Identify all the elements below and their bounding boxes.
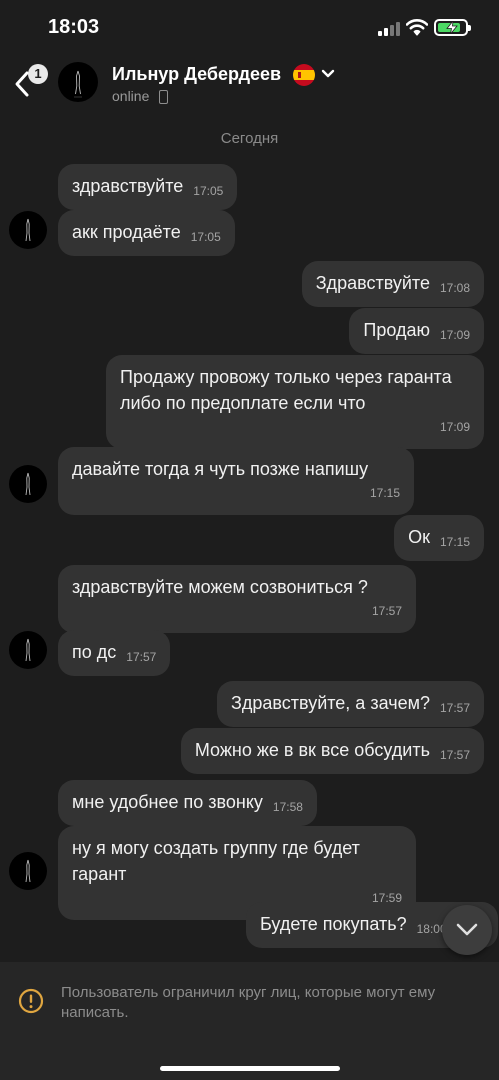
- message-time: 17:05: [190, 230, 221, 244]
- figure-icon: [25, 638, 31, 662]
- back-button[interactable]: 1: [8, 62, 48, 102]
- message-text: здравствуйте: [72, 176, 184, 196]
- message-time: 17:15: [439, 535, 470, 549]
- chat-header: 1 Ильнур Дебердеев online: [0, 56, 499, 112]
- messaging-restricted-notice: Пользователь ограничил круг лиц, которые…: [0, 962, 499, 1080]
- wifi-icon: [406, 19, 428, 36]
- contact-status: online: [112, 88, 150, 104]
- message-text: Здравствуйте, а зачем?: [231, 693, 430, 713]
- message-time: 17:57: [439, 701, 470, 715]
- incoming-message[interactable]: давайте тогда я чуть позже напишу 17:15: [58, 447, 414, 515]
- message-time: 17:09: [439, 328, 470, 342]
- message-text: Будете покупать?: [260, 914, 407, 934]
- message-text: Продажу провожу только через гаранта либ…: [120, 367, 452, 413]
- spain-flag-icon: [293, 64, 315, 86]
- incoming-message[interactable]: по дс 17:57: [58, 630, 171, 676]
- message-text: ну я могу создать группу где будет гаран…: [72, 838, 360, 884]
- message-text: здравствуйте можем созвониться ?: [72, 577, 368, 597]
- message-text: Продаю: [363, 320, 430, 340]
- incoming-message[interactable]: здравствуйте можем созвониться ? 17:57: [58, 565, 416, 633]
- message-time: 17:57: [371, 604, 402, 618]
- outgoing-message[interactable]: Здравствуйте 17:08: [301, 261, 484, 307]
- incoming-message[interactable]: мне удобнее по звонку 17:58: [58, 780, 317, 826]
- chevron-down-icon: [456, 923, 478, 936]
- message-text: мне удобнее по звонку: [72, 792, 263, 812]
- message-text: Можно же в вк все обсудить: [194, 740, 430, 760]
- outgoing-message[interactable]: Ок 17:15: [394, 515, 484, 561]
- outgoing-message[interactable]: Продажу провожу только через гаранта либ…: [106, 355, 484, 449]
- sender-avatar[interactable]: [9, 465, 47, 503]
- restriction-text: Пользователь ограничил круг лиц, которые…: [61, 984, 436, 1021]
- sender-avatar[interactable]: [9, 631, 47, 669]
- cellular-signal-icon: [378, 22, 402, 36]
- incoming-message[interactable]: здравствуйте 17:05: [58, 164, 238, 210]
- message-time: 17:57: [126, 650, 157, 664]
- sender-avatar[interactable]: [9, 211, 47, 249]
- message-time: 17:05: [193, 184, 224, 198]
- message-text: Ок: [408, 527, 430, 547]
- exclamation-circle-icon: [18, 988, 44, 1014]
- home-indicator[interactable]: [160, 1066, 340, 1071]
- message-text: акк продаёте: [72, 222, 181, 242]
- message-text: давайте тогда я чуть позже напишу: [72, 459, 369, 479]
- contact-avatar[interactable]: [58, 62, 98, 102]
- incoming-message[interactable]: акк продаёте 17:05: [58, 210, 235, 256]
- status-bar: 18:03: [0, 0, 499, 56]
- figure-icon: [25, 218, 31, 242]
- figure-icon: [74, 70, 82, 98]
- message-text: Здравствуйте: [315, 273, 430, 293]
- status-time: 18:03: [48, 16, 100, 38]
- chevron-down-icon[interactable]: [321, 69, 335, 79]
- figure-icon: [25, 859, 31, 883]
- date-separator: Сегодня: [220, 130, 279, 147]
- sender-avatar[interactable]: [9, 852, 47, 890]
- message-time: 17:58: [272, 800, 303, 814]
- charging-bolt-icon: [446, 21, 458, 34]
- message-text: по дс: [72, 642, 117, 662]
- figure-icon: [25, 472, 31, 496]
- outgoing-message[interactable]: Продаю 17:09: [349, 308, 484, 354]
- message-time: 17:08: [439, 281, 470, 295]
- message-time: 17:57: [439, 748, 470, 762]
- outgoing-message[interactable]: Можно же в вк все обсудить 17:57: [180, 728, 484, 774]
- message-time: 17:15: [369, 486, 400, 500]
- unread-count-badge: 1: [28, 64, 48, 84]
- scroll-to-bottom-button[interactable]: [442, 905, 492, 955]
- contact-name[interactable]: Ильнур Дебердеев: [112, 64, 281, 85]
- outgoing-message[interactable]: Здравствуйте, а зачем? 17:57: [217, 681, 484, 727]
- message-time: 17:09: [439, 420, 470, 434]
- battery-icon: [434, 19, 471, 36]
- mobile-phone-icon: [159, 90, 168, 104]
